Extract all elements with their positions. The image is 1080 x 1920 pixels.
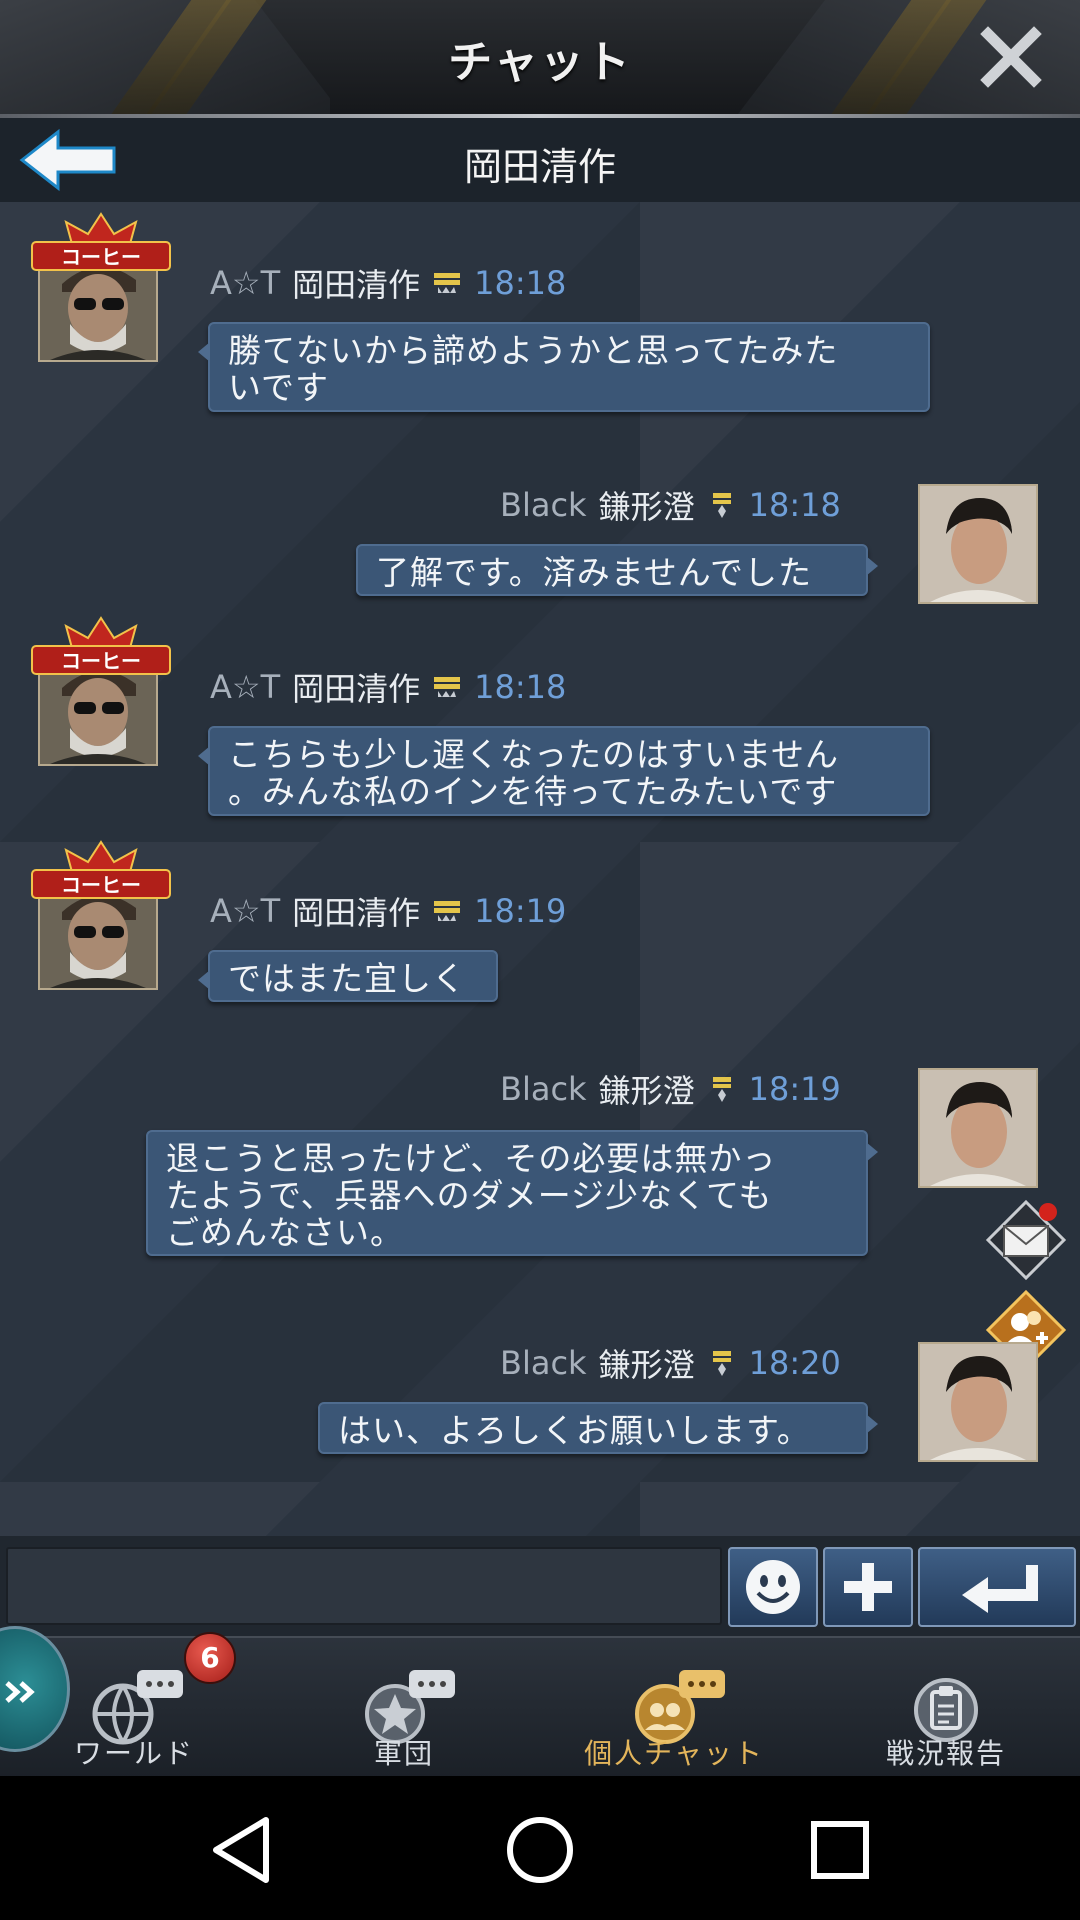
conversation-title: 岡田清作 [463,145,616,189]
message-time: 18:20 [748,1344,841,1382]
badge-label: コーヒー [61,649,141,673]
sender-alliance-tag: A☆T [210,668,281,706]
bottom-navigation: 6 ワールド 軍団 個人チャット 戦況報告 [0,1626,1080,1778]
sender-name[interactable]: 岡田清作 [292,664,420,710]
system-recents-button[interactable] [798,1808,882,1892]
message-bubble[interactable]: 了解です。済みませんでした [356,544,878,596]
badge-emblem-icon: コーヒー [31,840,171,899]
message-meta: A☆T 岡田清作 18:18 [210,664,566,710]
circle-home-icon [507,1817,573,1883]
sender-name[interactable]: 岡田清作 [292,888,420,934]
system-home-button[interactable] [498,1808,582,1892]
sender-name[interactable]: 鎌形澄 [599,1340,695,1386]
rank-medal-icon [712,493,731,518]
send-button[interactable] [918,1547,1076,1627]
badge-label: コーヒー [61,873,141,897]
smiley-icon [746,1560,800,1614]
message-bubble[interactable]: はい、よろしくお願いします。 [318,1402,878,1454]
badge-label: コーヒー [61,245,141,269]
message-meta: Black 鎌形澄 18:20 [500,1340,841,1386]
triangle-back-icon [213,1817,269,1883]
avatar[interactable] [918,1342,1038,1462]
message-meta: Black 鎌形澄 18:18 [500,482,841,528]
sender-alliance-tag: Black [500,1070,587,1108]
rank-medal-icon [434,901,461,921]
message-time: 18:18 [474,264,567,302]
plus-icon [844,1563,892,1611]
emoji-button[interactable] [728,1547,818,1627]
tab-world[interactable]: 6 ワールド [34,1632,236,1778]
young-man-portrait-icon [920,1070,1036,1186]
message-bubble[interactable]: こちらも少し遅くなったのはすいません 。みんな私のインを待ってたみたいです [198,726,930,816]
close-icon [980,26,1042,88]
tab-legion[interactable]: 軍団 [304,1638,504,1778]
window-title: チャット [448,37,632,88]
conversation-header: 岡田清作 [0,118,1080,202]
tab-battle-report[interactable]: 戦況報告 [846,1638,1046,1778]
rank-medal-icon [434,677,461,697]
message-time: 18:19 [748,1070,841,1108]
young-man-portrait-icon [920,486,1036,602]
title-bar: チャット [0,0,1080,118]
tab-personal-chat[interactable]: 個人チャット [574,1638,774,1778]
system-navigation-bar [0,1776,1080,1920]
enter-arrow-icon [962,1565,1038,1613]
message-line: 退こうと思ったけど、その必要は無かっ [166,1139,777,1178]
message-bubble[interactable]: 勝てないから諦めようかと思ってたみた いです [198,322,930,412]
attach-button[interactable] [823,1547,913,1627]
rank-medal-icon [712,1077,731,1102]
sender-alliance-tag: Black [500,486,587,524]
avatar[interactable] [918,484,1038,604]
tab-label: 軍団 [373,1737,434,1770]
unread-count-badge: 6 [184,1632,236,1684]
mail-button[interactable] [984,1198,1068,1282]
message-input-bar [0,1536,1080,1636]
message-line: 了解です。済みませんでした [376,553,813,592]
message-meta: A☆T 岡田清作 18:19 [210,888,566,934]
badge-emblem-icon: コーヒー [31,616,171,675]
message-time: 18:18 [474,668,567,706]
message-time: 18:18 [748,486,841,524]
close-button[interactable] [980,26,1042,88]
message-time: 18:19 [474,892,567,930]
message-input[interactable] [6,1547,722,1625]
chat-message-list[interactable]: コーヒー A☆T 岡田清作 18:18 勝てないから諦めようかと思ってたみた い… [0,202,1080,1536]
message-line: はい、よろしくお願いします。 [338,1411,811,1450]
message-bubble[interactable]: ではまた宜しく [198,950,498,1002]
sender-name[interactable]: 鎌形澄 [599,482,695,528]
message-line: 勝てないから諦めようかと思ってたみた [228,331,839,370]
message-line: こちらも少し遅くなったのはすいません [228,735,840,774]
message-line: ごめんなさい。 [166,1213,404,1252]
sender-name[interactable]: 鎌形澄 [599,1066,695,1112]
badge-emblem-icon: コーヒー [31,212,171,271]
guild-badge: コーヒー [24,840,178,912]
message-line: たようで、兵器へのダメージ少なくても [166,1176,773,1215]
sender-alliance-tag: A☆T [210,892,281,930]
message-meta: A☆T 岡田清作 18:18 [210,260,566,306]
avatar[interactable] [918,1068,1038,1188]
tab-label: ワールド [73,1737,194,1770]
sender-alliance-tag: Black [500,1344,587,1382]
square-recents-icon [811,1821,869,1879]
message-bubble[interactable]: 退こうと思ったけど、その必要は無かっ たようで、兵器へのダメージ少なくても ごめ… [146,1130,878,1256]
rank-medal-icon [434,273,461,293]
young-man-portrait-icon [920,1344,1036,1460]
message-line: ではまた宜しく [228,959,466,998]
system-back-button[interactable] [200,1808,284,1892]
envelope-icon [985,1199,1067,1281]
guild-badge: コーヒー [24,212,178,284]
message-line: いです [228,368,330,407]
guild-badge: コーヒー [24,616,178,688]
tab-label: 個人チャット [584,1737,764,1770]
message-line: 。みんな私のインを待ってたみたいです [228,772,838,811]
message-meta: Black 鎌形澄 18:19 [500,1066,841,1112]
sender-alliance-tag: A☆T [210,264,281,302]
tab-label: 戦況報告 [885,1737,1006,1770]
rank-medal-icon [712,1351,731,1376]
sender-name[interactable]: 岡田清作 [292,260,420,306]
